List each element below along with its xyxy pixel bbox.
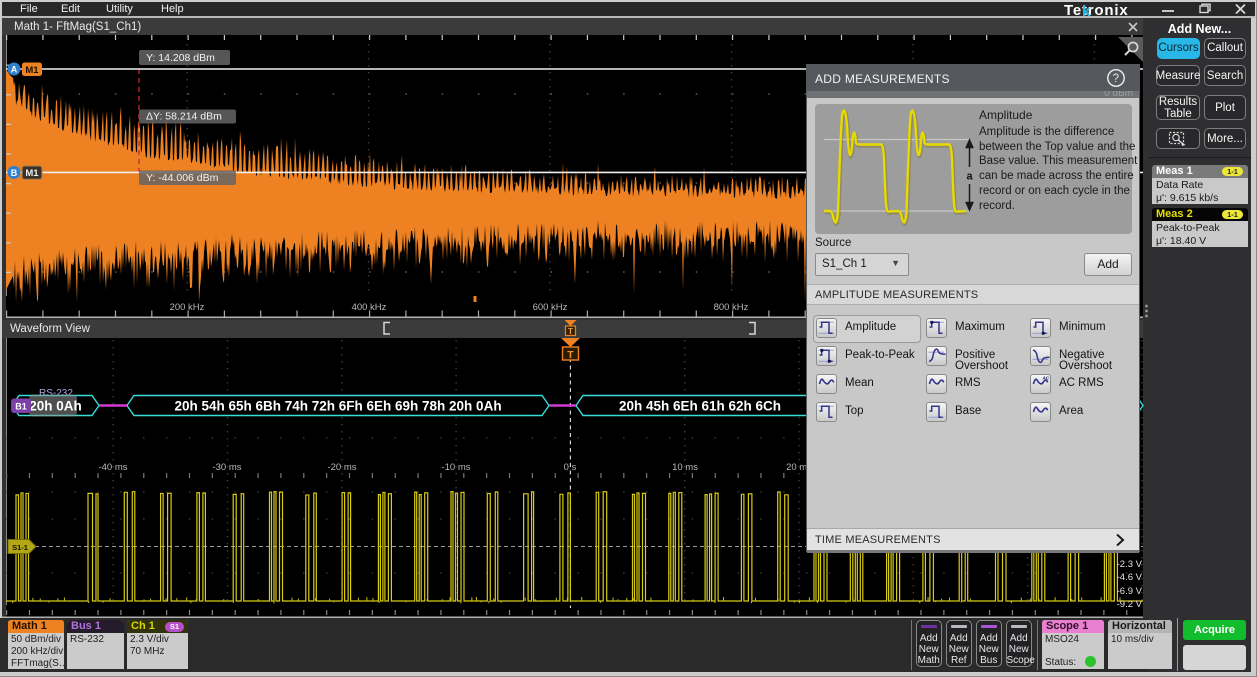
svg-text:AC: AC (1042, 376, 1050, 381)
svg-text:?: ? (1113, 73, 1120, 85)
svg-text:a: a (966, 171, 973, 183)
